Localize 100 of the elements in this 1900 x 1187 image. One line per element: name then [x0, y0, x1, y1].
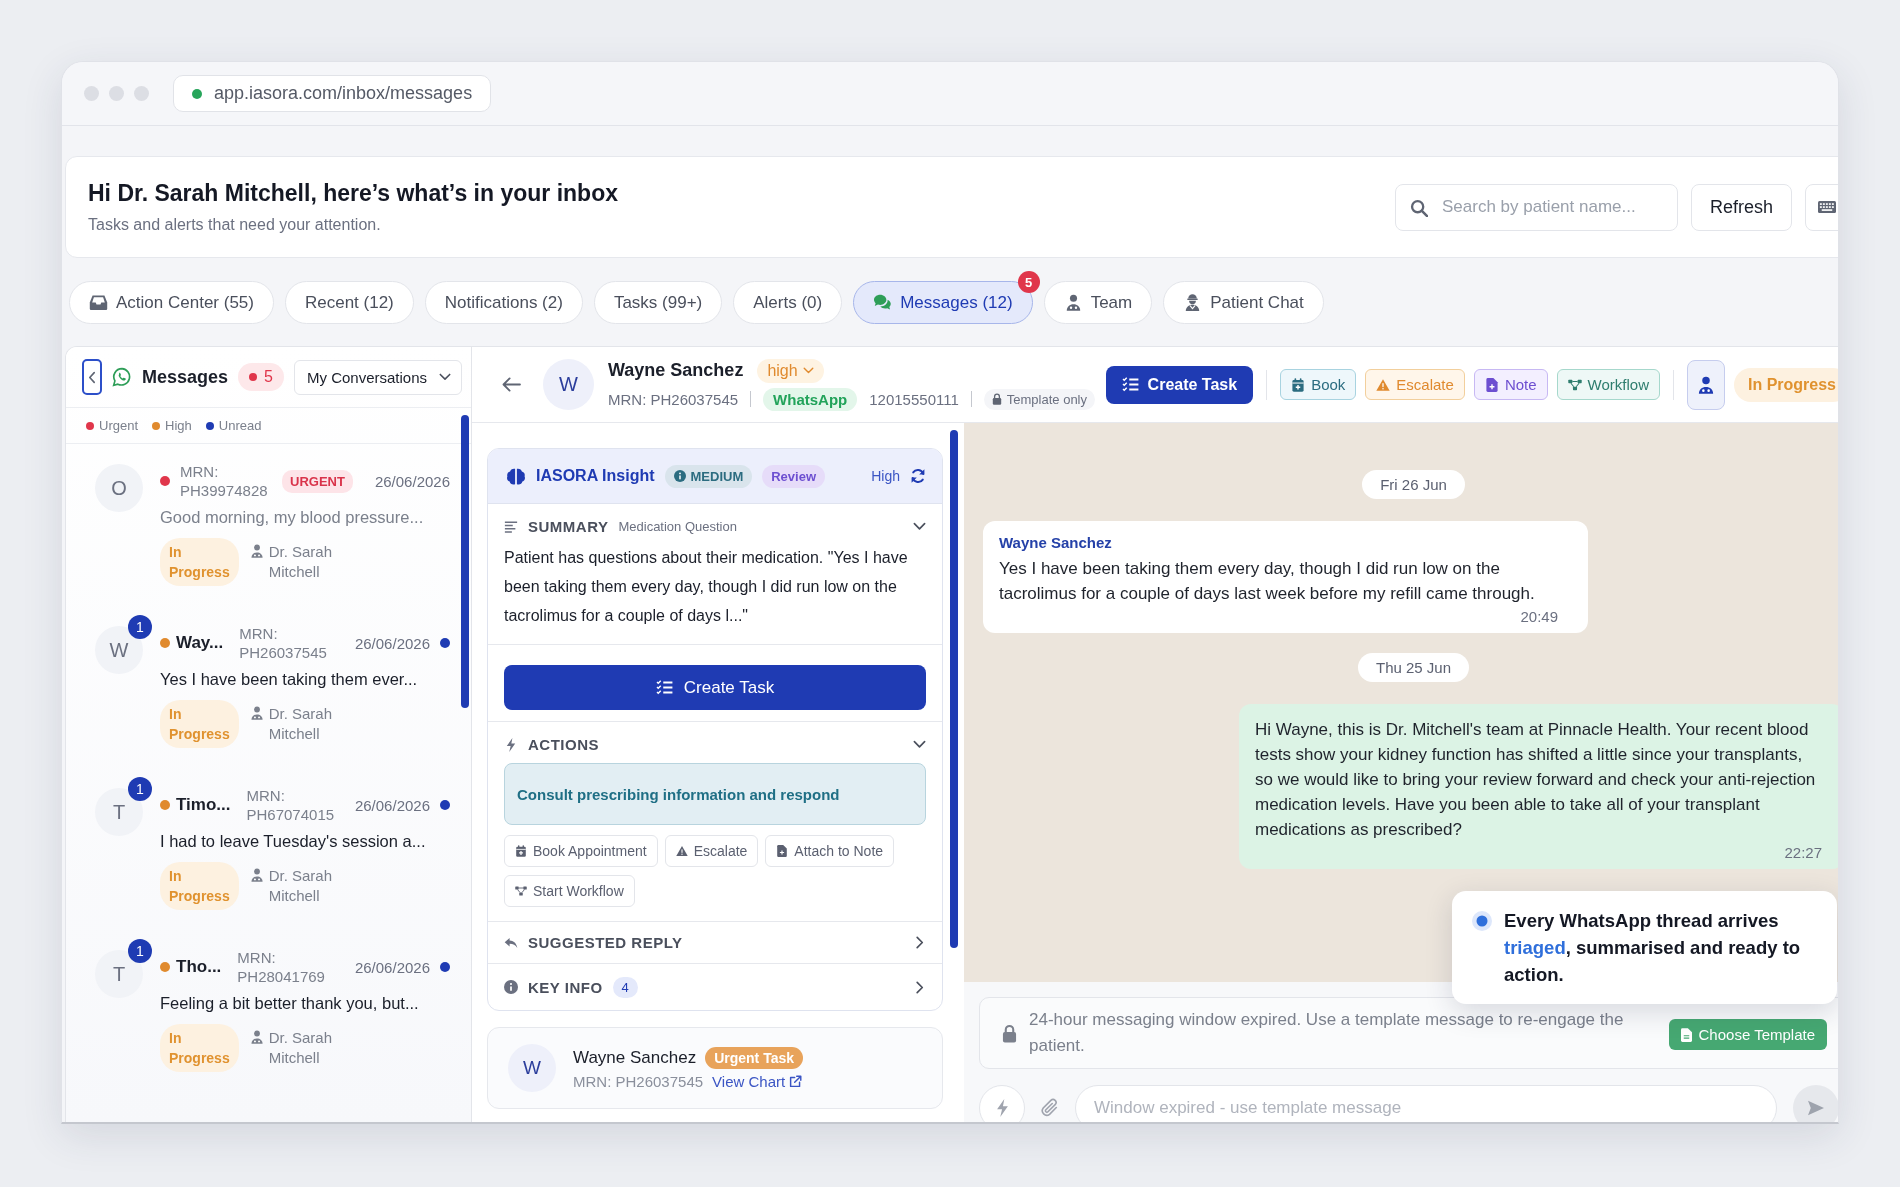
message-time: 22:27 [1783, 844, 1822, 861]
chevron-right-icon[interactable] [913, 980, 926, 994]
document-plus-icon [776, 845, 789, 857]
doctor-icon [1696, 374, 1715, 395]
workflow-icon [1567, 377, 1582, 392]
action-button[interactable]: Start Workflow [504, 875, 635, 907]
scrollbar[interactable] [461, 415, 469, 708]
message-input[interactable]: Window expired - use template message [1075, 1085, 1777, 1122]
conversation-item[interactable]: T 1 Tho... MRN: PH28041769 26/06/2026 Feeling a bit better thank you, but... In Progress Dr. Sarah Mitchell [66, 930, 471, 1092]
unread-count-badge: 1 [128, 939, 152, 963]
mrn-text: MRN: PH26037545 [239, 624, 328, 662]
mrn-text: MRN: PH39974828 [180, 462, 269, 500]
status-badge: In Progress [160, 862, 239, 910]
conversation-item[interactable]: W 1 Way... MRN: PH26037545 26/06/2026 Yes I have been taking them ever... In Progress Dr. Sarah Mitchell [66, 606, 471, 768]
doctor-icon [249, 868, 264, 882]
reply-arrow-icon [504, 935, 518, 950]
url-text: app.iasora.com/inbox/messages [214, 83, 473, 104]
action-button[interactable]: Book Appointment [504, 835, 658, 867]
filter-dropdown[interactable]: My Conversations [293, 359, 462, 395]
tab[interactable]: Recent (12) [284, 281, 414, 324]
tab[interactable]: Patient Chat [1163, 281, 1324, 324]
patient-avatar: W [543, 359, 594, 410]
info-icon [673, 470, 686, 482]
scrollbar[interactable] [950, 430, 958, 948]
action-button[interactable]: Escalate [664, 835, 759, 867]
back-arrow-icon[interactable] [502, 377, 521, 392]
greeting-subtitle: Tasks and alerts that need your attention. [88, 216, 382, 234]
warning-icon [675, 845, 688, 857]
tab[interactable]: Alerts (0) [733, 281, 843, 324]
paperclip-icon[interactable] [1041, 1098, 1059, 1118]
assignee-name: Dr. Sarah Mitchell [268, 542, 334, 582]
calendar-plus-icon [515, 845, 527, 857]
callout-text: Every WhatsApp thread arrives triaged, summarised and ready to action. [1504, 909, 1802, 987]
tab[interactable]: Notifications (2) [424, 281, 583, 324]
keyboard-button[interactable] [1805, 183, 1838, 231]
message-preview: Good morning, my blood pressure... [160, 508, 425, 527]
date-chip: Thu 25 Jun [1357, 653, 1470, 682]
chevron-down-icon[interactable] [913, 738, 926, 751]
inbox-tray-icon [89, 294, 108, 311]
message-time: 20:49 [1519, 608, 1558, 625]
patient-name: Wayne Sanchez [573, 1047, 697, 1068]
message-preview: Feeling a bit better thank you, but... [160, 994, 420, 1013]
section-row[interactable]: SUGGESTED REPLY [488, 922, 942, 964]
chevron-down-icon [439, 373, 451, 381]
doctor-icon [249, 1030, 264, 1044]
section-row[interactable]: KEY INFO 4 [488, 964, 942, 1010]
chat-bubbles-icon [873, 294, 893, 311]
confidence-label: MEDIUM [690, 468, 744, 484]
summary-category: Medication Question [618, 519, 737, 534]
urgent-tag: URGENT [282, 469, 353, 493]
assignee-name: Dr. Sarah Mitchell [268, 866, 334, 906]
tab[interactable]: Team [1043, 281, 1153, 324]
collapse-button[interactable] [82, 359, 102, 395]
create-task-button[interactable]: Create Task [1105, 365, 1254, 404]
mrn-text: MRN: PH67074015 [246, 786, 336, 824]
urgency-label: High [871, 468, 900, 484]
unread-count-badge: 1 [128, 615, 152, 639]
create-task-button[interactable]: Create Task [504, 665, 926, 710]
count-text: 5 [264, 368, 273, 386]
patient-name: Wayne Sanchez [608, 360, 744, 381]
doctor-button[interactable] [1686, 359, 1725, 410]
patient-name: Tho... [176, 957, 222, 977]
review-badge: Review [762, 464, 826, 488]
date-chip: Fri 26 Jun [1362, 470, 1465, 499]
notification-badge: 5 [1017, 271, 1040, 293]
tab[interactable]: Tasks (99+) [593, 281, 723, 324]
conversation-item[interactable]: O MRN: PH39974828 URGENT 26/06/2026 Good morning, my blood pressure... In Progress Dr. Sarah Mitchell [66, 444, 471, 606]
info-icon [504, 980, 518, 994]
book-button[interactable]: Book [1280, 369, 1357, 400]
action-button[interactable]: Attach to Note [765, 835, 895, 867]
sender-name: Wayne Sanchez [999, 534, 1113, 551]
refresh-icon[interactable] [910, 468, 926, 484]
summary-text: Patient has questions about their medication. "Yes I have been taking them every day, though I did run low on the tacrolimus for a couple of days l..." [504, 548, 909, 626]
message-text: Yes I have been taking them every day, though I did run low on the tacrolimus for a couple of days last week before my refill came through. [999, 558, 1536, 605]
unread-count-badge: 1 [128, 777, 152, 801]
greeting-title: Hi Dr. Sarah Mitchell, here’s what’s in your inbox [88, 180, 619, 207]
view-chart-link[interactable]: View Chart [712, 1072, 803, 1090]
chevron-down-icon[interactable] [913, 520, 926, 533]
tab[interactable]: Action Center (55) [69, 281, 274, 324]
keyboard-icon [1818, 201, 1836, 213]
suggested-action[interactable]: Consult prescribing information and respond [504, 763, 926, 825]
lightning-icon [995, 1099, 1009, 1117]
chevron-right-icon[interactable] [913, 936, 926, 949]
search-field[interactable]: Search by patient name... [1394, 183, 1678, 231]
brain-icon [506, 466, 526, 486]
workflow-button[interactable]: Workflow [1556, 369, 1660, 400]
section-title: SUGGESTED REPLY [528, 934, 683, 951]
refresh-button[interactable]: Refresh [1690, 183, 1792, 231]
whatsapp-icon [112, 367, 132, 387]
note-button[interactable]: Note [1473, 369, 1548, 400]
conversation-item[interactable]: T 1 Timo... MRN: PH67074015 26/06/2026 I had to leave Tuesday's session a... In Progress Dr. Sarah Mitchell [66, 768, 471, 930]
address-bar[interactable]: app.iasora.com/inbox/messages [173, 75, 492, 112]
status-dot-icon [249, 373, 258, 381]
mrn-text: MRN: PH26037545 [573, 1072, 704, 1090]
task-tag: Urgent Task [705, 1046, 804, 1069]
section-title: SUMMARY [528, 518, 609, 535]
calendar-plus-icon [1291, 377, 1306, 392]
message-date: 26/06/2026 [354, 634, 430, 652]
legend-label: Urgent [99, 418, 139, 433]
lock-icon [991, 393, 1002, 405]
